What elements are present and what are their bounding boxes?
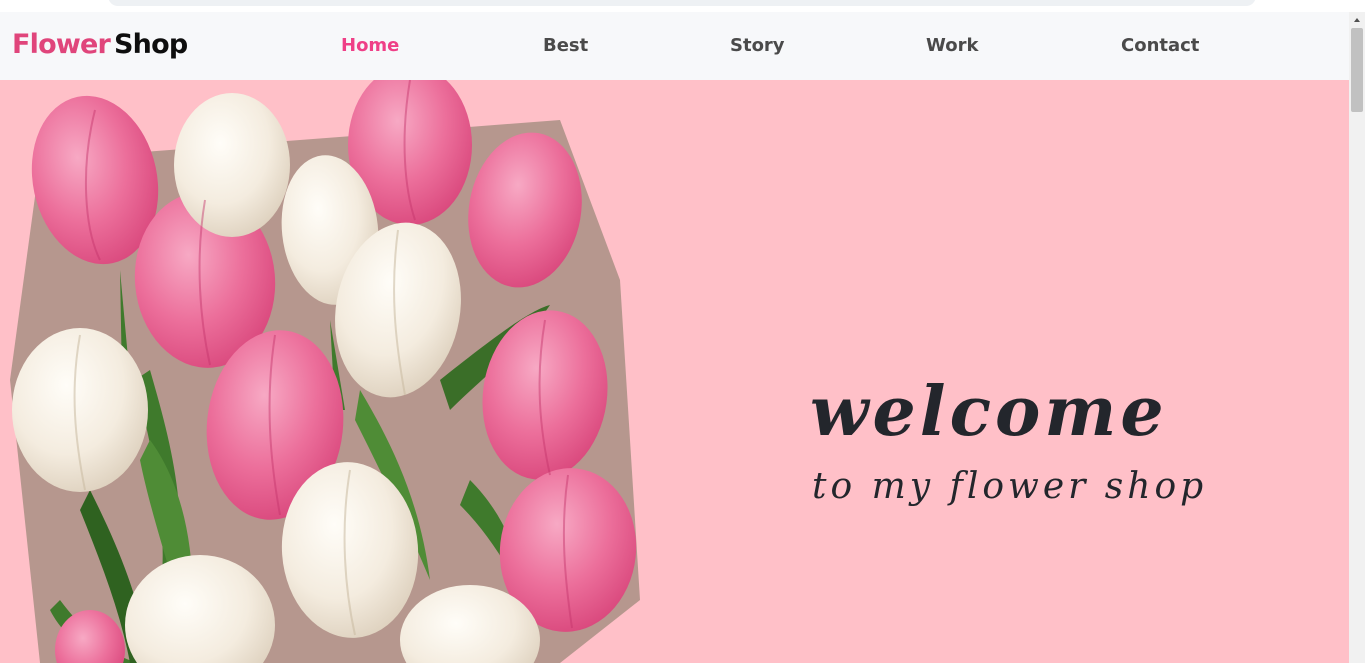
hero-subtitle: to my flower shop bbox=[812, 466, 1208, 507]
hero-title: welcome bbox=[810, 372, 1168, 452]
nav-link-story[interactable]: Story bbox=[730, 34, 785, 58]
nav-link-home[interactable]: Home bbox=[341, 34, 399, 58]
nav-link-best[interactable]: Best bbox=[543, 34, 588, 58]
logo-part-shop: Shop bbox=[114, 29, 188, 60]
site-logo[interactable]: Flower Shop bbox=[12, 28, 188, 62]
tulip-bouquet-image bbox=[10, 80, 640, 663]
scroll-up-arrow-icon[interactable] bbox=[1351, 14, 1363, 26]
nav-link-work[interactable]: Work bbox=[926, 34, 978, 58]
address-bar[interactable] bbox=[108, 0, 1256, 6]
logo-part-flower: Flower bbox=[12, 29, 111, 60]
navbar: Flower Shop Home Best Story Work Contact bbox=[0, 12, 1349, 80]
nav-link-contact[interactable]: Contact bbox=[1121, 34, 1199, 58]
hero-section: welcome to my flower shop bbox=[0, 80, 1349, 663]
scrollbar-thumb[interactable] bbox=[1351, 28, 1363, 112]
